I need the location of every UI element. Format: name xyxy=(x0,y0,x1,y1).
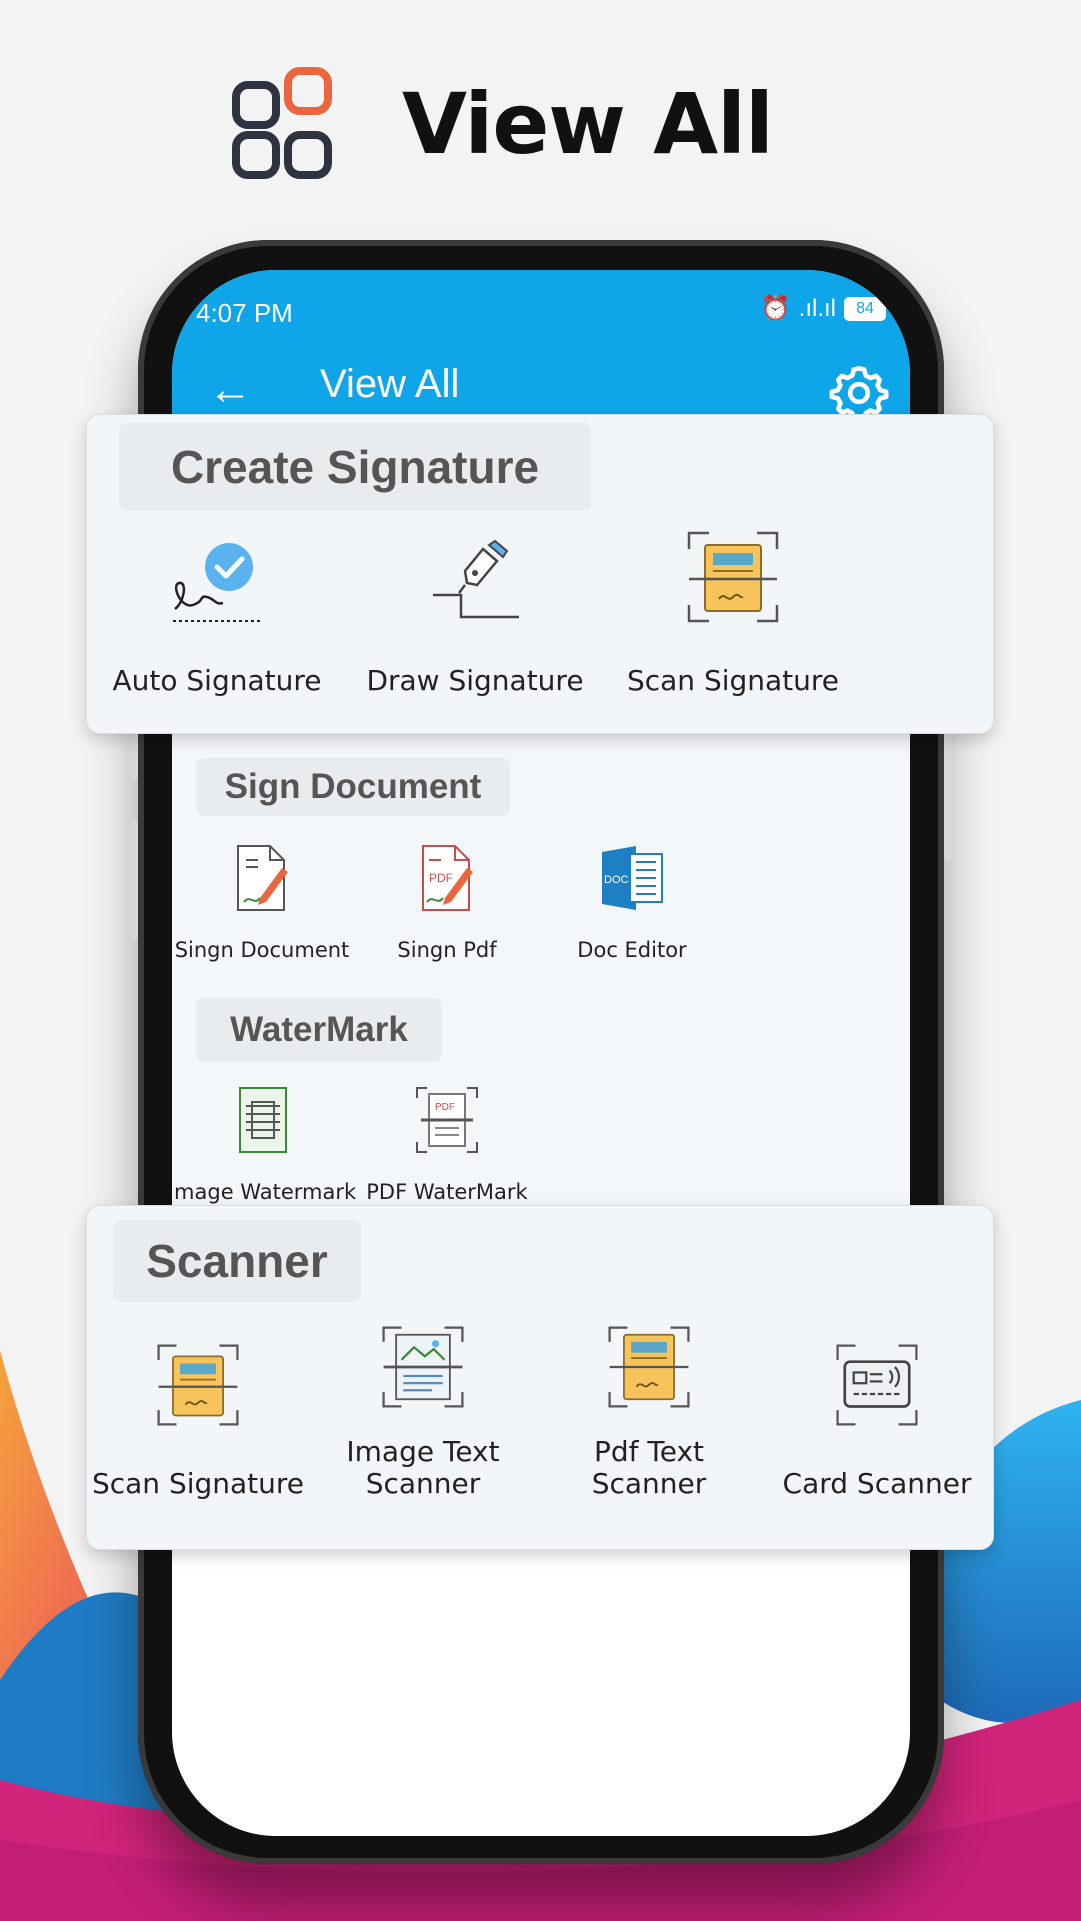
tool-image-watermark[interactable]: Image Watermark xyxy=(172,1082,356,1204)
tool-sign-pdf[interactable]: PDF Singn Pdf xyxy=(357,840,537,962)
section-title-sign-document: Sign Document xyxy=(196,758,510,816)
pdf-text-scanner-icon xyxy=(606,1324,692,1410)
create-signature-card: Create Signature Auto Signature Draw Sig… xyxy=(86,414,994,734)
tool-label: PDF WaterMark xyxy=(366,1180,528,1204)
doc-glyph: DOC xyxy=(604,874,629,886)
pdf-glyph: PDF xyxy=(435,1102,455,1113)
phone-side-button xyxy=(130,820,138,940)
view-all-grid-icon xyxy=(232,66,346,181)
scan-signature-icon xyxy=(685,529,781,625)
section-title-create-signature: Create Signature xyxy=(119,423,591,511)
status-time: 4:07 PM xyxy=(196,298,293,328)
tool-label: Pdf Text Scanner xyxy=(591,1435,707,1501)
sign-pdf-icon: PDF xyxy=(411,840,483,916)
tool-auto-signature[interactable]: Auto Signature xyxy=(97,539,337,697)
battery-icon: 84 xyxy=(844,296,886,321)
section-title-text: Create Signature xyxy=(170,441,540,493)
tool-label: Scan Signature xyxy=(626,664,840,697)
auto-signature-icon xyxy=(169,539,265,625)
app-bar-title: View All xyxy=(320,362,460,406)
scan-signature-icon xyxy=(155,1342,241,1428)
pdf-watermark-icon: PDF xyxy=(411,1082,483,1158)
promo-title: View All xyxy=(402,74,774,173)
doc-editor-icon: DOC xyxy=(596,840,668,916)
tool-label: Doc Editor xyxy=(577,938,687,962)
alarm-icon: ⏰ xyxy=(760,295,791,322)
section-title-text: WaterMark xyxy=(230,1010,408,1049)
status-icons: ⏰ .ıl.ıl 84 xyxy=(761,294,886,323)
tool-label: Draw Signature xyxy=(366,664,584,697)
tool-label: Singn Pdf xyxy=(397,938,497,962)
tool-label: Scan Signature xyxy=(91,1467,305,1500)
section-title-watermark: WaterMark xyxy=(196,998,442,1062)
tool-scan-signature[interactable]: Scan Signature xyxy=(613,529,853,697)
tool-label: Singn Document xyxy=(174,938,350,962)
tool-label: Auto Signature xyxy=(112,664,322,697)
tool-sign-document[interactable]: Singn Document xyxy=(172,840,352,962)
signal-icon: .ıl.ıl xyxy=(798,294,836,322)
scanner-card: Scanner Scan Signature Image Text Scanne… xyxy=(86,1205,994,1550)
tool-label: Image Watermark xyxy=(172,1180,357,1204)
tool-label: Card Scanner xyxy=(782,1467,972,1500)
draw-signature-icon xyxy=(427,539,523,625)
card-scanner-icon xyxy=(834,1342,920,1428)
image-watermark-icon xyxy=(226,1082,298,1158)
tool-pdf-text-scanner[interactable]: Pdf Text Scanner xyxy=(539,1324,759,1500)
phone-side-button xyxy=(944,720,952,860)
section-title-text: Scanner xyxy=(146,1235,328,1287)
tool-draw-signature[interactable]: Draw Signature xyxy=(355,539,595,697)
tool-card-scanner[interactable]: Card Scanner xyxy=(763,1342,991,1500)
sign-document-icon xyxy=(226,840,298,916)
image-text-scanner-icon xyxy=(380,1324,466,1410)
section-title-scanner: Scanner xyxy=(113,1220,361,1302)
tool-scanner-scan-signature[interactable]: Scan Signature xyxy=(87,1342,309,1500)
back-arrow-icon[interactable]: ← xyxy=(208,368,252,412)
tool-pdf-watermark[interactable]: PDF PDF WaterMark xyxy=(357,1082,537,1204)
section-title-text: Sign Document xyxy=(224,767,482,806)
tool-doc-editor[interactable]: DOC Doc Editor xyxy=(542,840,722,962)
pdf-glyph: PDF xyxy=(429,871,453,885)
promo-header: View All xyxy=(232,66,774,181)
tool-label: Image Text Scanner xyxy=(346,1435,500,1501)
tool-image-text-scanner[interactable]: Image Text Scanner xyxy=(313,1324,533,1500)
